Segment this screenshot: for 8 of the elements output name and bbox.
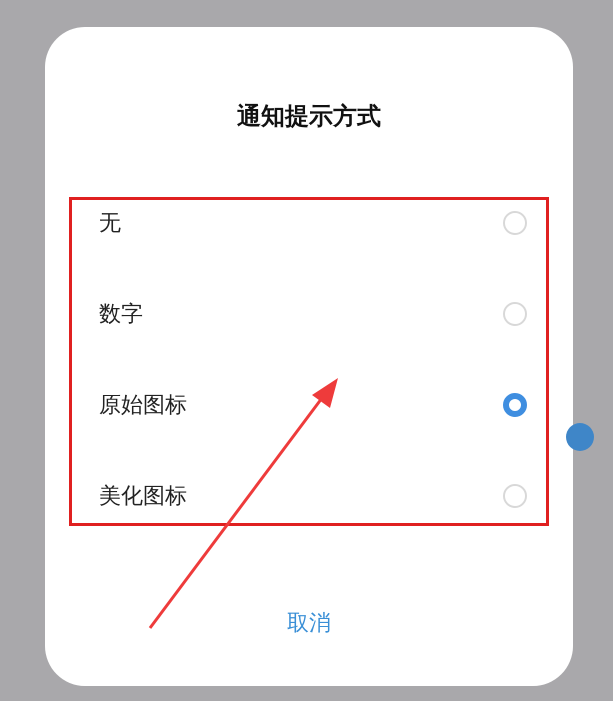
switch-icon [566,423,594,451]
dialog-title: 通知提示方式 [237,101,381,131]
radio-button[interactable] [503,393,527,417]
cancel-button[interactable]: 取消 [283,609,335,639]
option-label: 美化图标 [99,483,187,511]
option-label: 数字 [99,301,143,329]
option-label: 原始图标 [99,392,187,420]
option-label: 无 [99,210,121,238]
